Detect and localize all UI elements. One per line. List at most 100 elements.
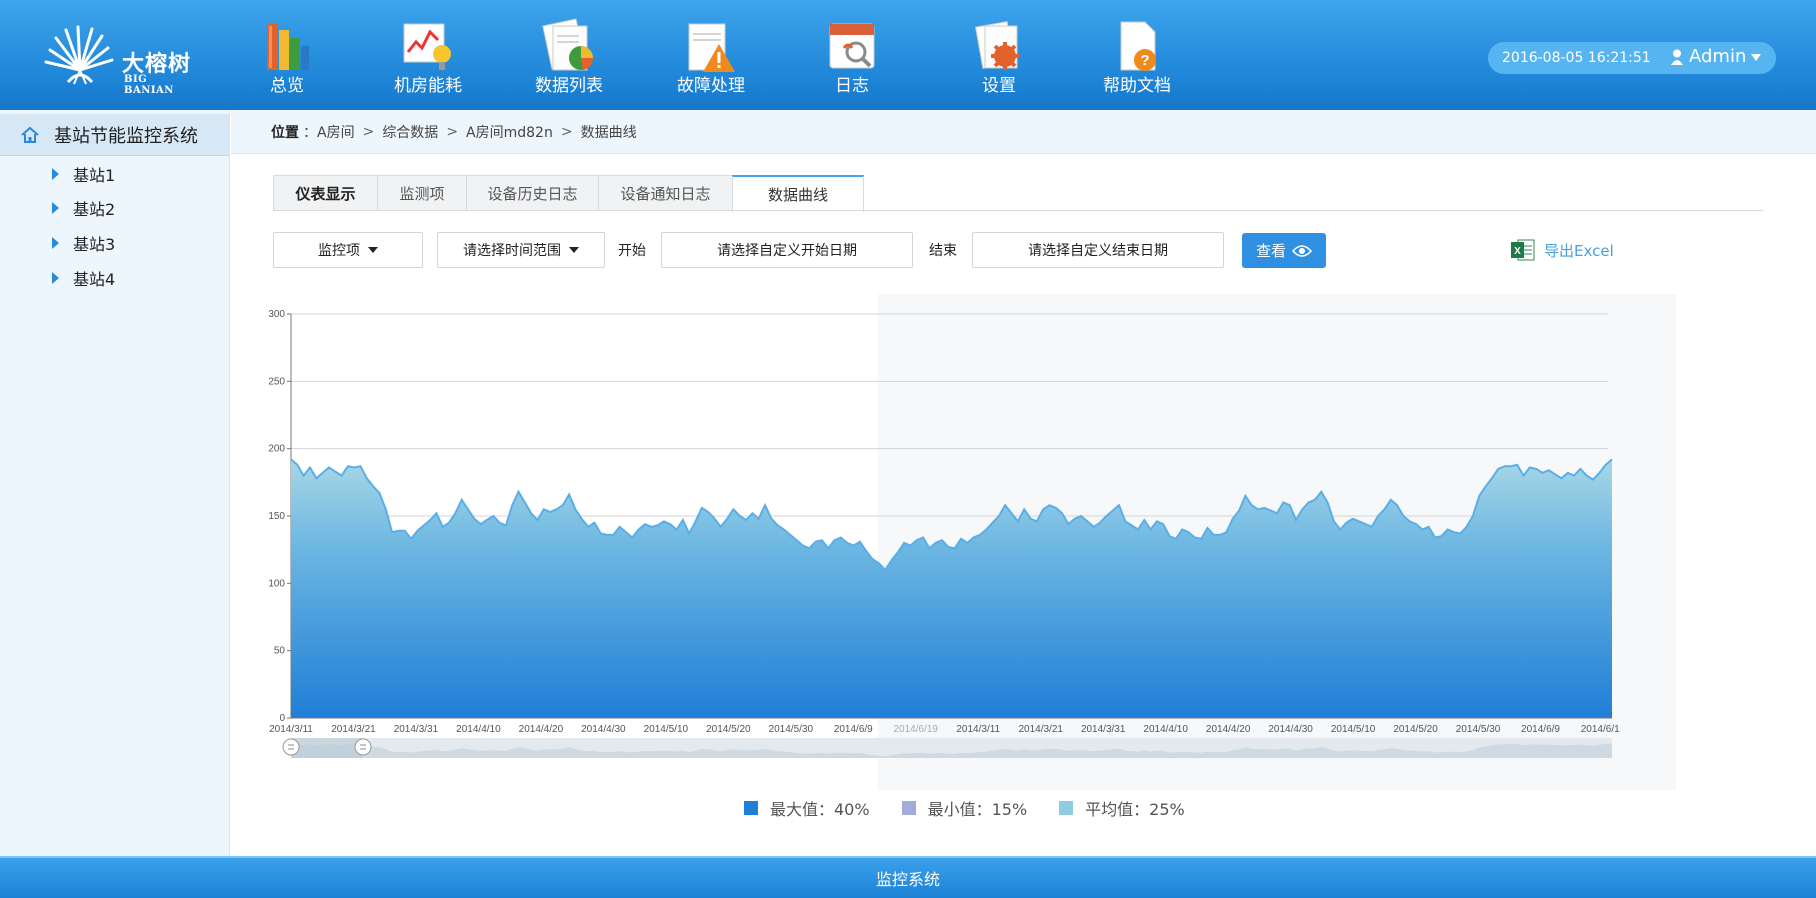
nav-label: 故障处理 [677, 76, 745, 96]
tab-device-history-log[interactable]: 设备历史日志 [466, 175, 598, 211]
x-tick-label: 2014/5/20 [1393, 724, 1438, 735]
breadcrumb-separator: > [362, 123, 375, 140]
banyan-tree-logo-icon [44, 25, 114, 85]
x-tick-label: 2014/4/20 [1206, 724, 1251, 735]
view-button-label: 查看 [1255, 242, 1286, 260]
tab-gauge-display[interactable]: 仪表显示 [273, 175, 377, 211]
caret-right-icon [52, 168, 59, 180]
time-range-dropdown[interactable]: 请选择时间范围 [437, 232, 605, 268]
user-name: Admin [1689, 46, 1747, 67]
legend-swatch [1059, 801, 1074, 815]
help-doc-icon: ? [1120, 21, 1156, 71]
nav-energy[interactable]: 机房能耗 [373, 16, 483, 98]
x-tick-label: 2014/6/19 [894, 724, 939, 735]
breadcrumb: 位置 ： A房间 > 综合数据 > A房间md82n > 数据曲线 [231, 110, 1816, 154]
export-label: 导出Excel [1544, 241, 1614, 260]
start-label: 开始 [618, 243, 646, 259]
caret-right-icon [52, 202, 59, 214]
y-tick-label: 250 [268, 376, 285, 387]
current-datetime: 2016-08-05 16:21:51 [1502, 50, 1651, 66]
x-tick-label: 2014/4/30 [1268, 724, 1313, 735]
x-tick-label: 2014/4/30 [581, 724, 626, 735]
legend-label: 最大值：40% [770, 800, 870, 819]
x-tick-label: 2014/4/20 [519, 724, 564, 735]
y-tick-label: 50 [274, 646, 286, 657]
breadcrumb-item[interactable]: A房间 [317, 122, 355, 142]
end-date-input[interactable]: 请选择自定义结束日期 [972, 232, 1224, 268]
x-tick-label: 2014/6/19 [1581, 724, 1620, 735]
tab-data-curve[interactable]: 数据曲线 [732, 175, 864, 212]
nav-fault[interactable]: 故障处理 [656, 16, 766, 98]
user-menu-button[interactable]: Admin [1670, 46, 1762, 67]
x-axis: 2014/3/11 2014/3/21 2014/3/31 2014/4/10 2014… [269, 717, 1620, 735]
breadcrumb-current: 数据曲线 [580, 124, 637, 141]
sidebar-item-station-4[interactable]: 基站4 [52, 266, 115, 290]
x-tick-label: 2014/6/9 [834, 724, 873, 735]
x-tick-label: 2014/4/10 [456, 724, 501, 735]
sidebar-item-station-3[interactable]: 基站3 [52, 231, 115, 255]
x-tick-label: 2014/3/21 [1018, 724, 1063, 735]
home-icon [21, 126, 39, 143]
y-tick-label: 300 [268, 309, 285, 320]
x-tick-label: 2014/5/20 [706, 724, 751, 735]
chevron-down-icon [569, 247, 579, 253]
user-status-bar: 2016-08-05 16:21:51 Admin [1488, 42, 1776, 74]
chevron-down-icon [368, 247, 378, 253]
brand-logo[interactable]: 大榕树 BIG BANIAN [38, 22, 198, 96]
nav-label: 设置 [982, 76, 1016, 96]
start-date-placeholder: 请选择自定义开始日期 [717, 243, 857, 259]
nav-label: 帮助文档 [1103, 76, 1171, 96]
navigator-handle[interactable] [354, 738, 372, 756]
navigator-handle-knob [354, 738, 372, 756]
legend-label: 最小值：15% [927, 800, 1028, 819]
dropdown-label: 监控项 [318, 243, 360, 259]
nav-label: 数据列表 [535, 76, 603, 96]
caret-right-icon [52, 237, 59, 249]
view-button[interactable]: 查看 [1242, 233, 1326, 268]
tab-monitor-items[interactable]: 监测项 [377, 175, 466, 211]
eye-icon [1292, 244, 1312, 257]
nav-label: 机房能耗 [394, 76, 462, 96]
sidebar-item-label: 基站4 [73, 270, 116, 289]
breadcrumb-colon: ： [303, 124, 317, 141]
svg-text:?: ? [1140, 52, 1149, 69]
nav-data-list[interactable]: 数据列表 [514, 16, 624, 98]
breadcrumb-item[interactable]: 综合数据 [382, 122, 438, 142]
legend-swatch [901, 801, 916, 815]
nav-log[interactable]: 日志 [797, 16, 907, 98]
nav-overview[interactable]: 总览 [232, 16, 342, 98]
x-tick-label: 2014/3/11 [956, 724, 1000, 735]
legend-item-min[interactable]: 最小值：15% [901, 796, 1028, 820]
y-tick-label: 200 [268, 444, 285, 455]
brand-subtitle: BIG BANIAN [124, 74, 174, 96]
chart-legend: 最大值：40% 最小值：15% 平均值：25% [744, 796, 1185, 820]
tab-divider [273, 210, 1763, 211]
x-tick-label: 2014/4/10 [1143, 724, 1188, 735]
sidebar-item-station-2[interactable]: 基站2 [52, 196, 115, 220]
y-tick-label: 150 [268, 511, 285, 522]
y-axis: 0 50 100 150 200 250 300 [268, 309, 292, 724]
nav-settings[interactable]: 设置 [944, 16, 1054, 98]
navigator-handle[interactable] [282, 738, 300, 756]
y-tick-label: 0 [279, 713, 285, 724]
svg-text:X: X [1514, 246, 1521, 257]
sidebar-item-label: 基站1 [73, 166, 116, 185]
sidebar-item-station-1[interactable]: 基站1 [52, 162, 115, 186]
legend-item-max[interactable]: 最大值：40% [744, 796, 870, 820]
export-excel-button[interactable]: X 导出Excel [1510, 238, 1614, 262]
range-navigator[interactable] [282, 738, 1612, 758]
nav-help[interactable]: ? 帮助文档 [1082, 16, 1192, 98]
y-tick-label: 100 [268, 578, 285, 589]
excel-icon: X [1511, 239, 1535, 261]
x-tick-label: 2014/5/10 [644, 724, 689, 735]
legend-item-avg[interactable]: 平均值：25% [1059, 796, 1185, 820]
user-icon [1671, 49, 1683, 65]
breadcrumb-item[interactable]: A房间md82n [466, 122, 553, 142]
start-date-input[interactable]: 请选择自定义开始日期 [661, 232, 913, 268]
sidebar-title: 基站节能监控系统 [54, 125, 198, 147]
monitor-item-dropdown[interactable]: 监控项 [273, 232, 423, 268]
end-date-placeholder: 请选择自定义结束日期 [1028, 243, 1168, 259]
footer-text: 监控系统 [875, 870, 940, 889]
sidebar-header[interactable]: 基站节能监控系统 [0, 114, 229, 156]
tab-device-notice-log[interactable]: 设备通知日志 [598, 175, 732, 211]
